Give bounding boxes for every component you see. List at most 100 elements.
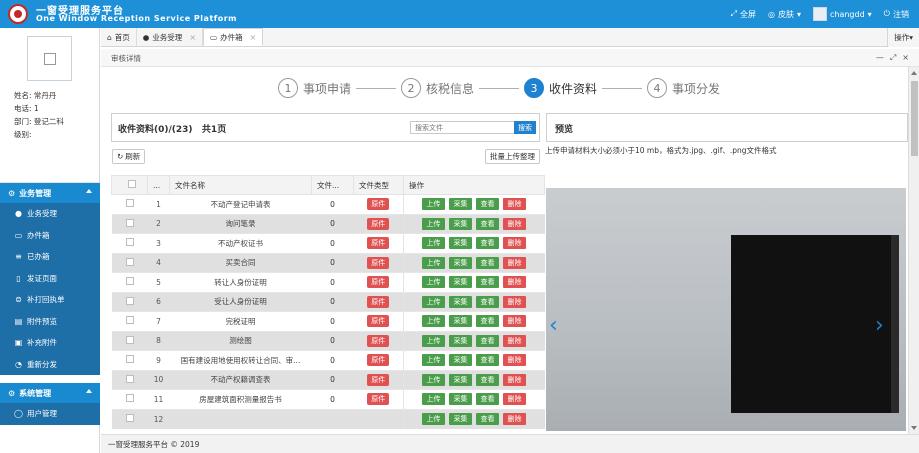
delete-button[interactable]: 删除 [503,393,526,406]
table-row[interactable]: 10 不动产权籍调查表 0 原件 上传 采集 查看 删除 [111,369,545,390]
upload-button[interactable]: 上传 [422,334,445,347]
table-row[interactable]: 1 不动产登记申请表 0 原件 上传 采集 查看 删除 [111,194,545,214]
tab-operations-button[interactable]: 操作 ▾ [887,28,919,47]
upload-button[interactable]: 上传 [422,373,445,386]
step-3[interactable]: 3 收件资料 [524,78,597,98]
scroll-thumb[interactable] [911,81,918,156]
user-menu[interactable]: changdd ▾ [812,7,872,21]
tab-home[interactable]: ⌂ 首页 [101,28,137,46]
sidebar-item-attach[interactable]: ▣ 补充附件 [0,332,100,354]
vertical-scrollbar[interactable] [908,67,919,434]
tab-business[interactable]: ● 业务受理 × [137,28,204,46]
tab-inbox[interactable]: ▭ 办件箱 × [203,28,264,46]
view-button[interactable]: 查看 [476,413,499,425]
delete-button[interactable]: 删除 [503,413,526,425]
upload-button[interactable]: 上传 [422,198,445,211]
view-button[interactable]: 查看 [476,237,499,250]
row-checkbox[interactable] [111,291,148,312]
search-button[interactable]: 搜索 [514,121,536,134]
upload-button[interactable]: 上传 [422,256,445,269]
collect-button[interactable]: 采集 [449,334,472,347]
delete-button[interactable]: 删除 [503,237,526,250]
upload-button[interactable]: 上传 [422,276,445,289]
table-row[interactable]: 3 不动产权证书 0 原件 上传 采集 查看 删除 [111,233,545,253]
table-row[interactable]: 11 房屋建筑面积测量报告书 0 原件 上传 采集 查看 删除 [111,389,545,409]
row-checkbox[interactable] [111,233,148,253]
batch-upload-button[interactable]: 批量上传整理 [485,149,540,164]
skin-button[interactable]: ◎ 皮肤 ▾ [768,9,801,20]
scroll-down-icon[interactable] [911,426,917,430]
delete-button[interactable]: 删除 [503,295,526,308]
upload-button[interactable]: 上传 [422,217,445,230]
view-button[interactable]: 查看 [476,256,499,269]
step-4[interactable]: 4 事项分发 [647,78,720,98]
upload-button[interactable]: 上传 [422,315,445,328]
upload-button[interactable]: 上传 [422,413,445,425]
view-button[interactable]: 查看 [476,354,499,367]
minimize-icon[interactable]: — [876,53,884,63]
row-checkbox[interactable] [111,369,148,390]
collect-button[interactable]: 采集 [449,217,472,230]
sidebar-item-print[interactable]: ⊜ 补打回执单 [0,289,100,311]
collect-button[interactable]: 采集 [449,373,472,386]
row-checkbox[interactable] [111,311,148,331]
upload-button[interactable]: 上传 [422,393,445,406]
carousel-prev-icon[interactable]: ‹ [549,313,558,338]
logout-button[interactable]: ⏻ 注销 [884,9,909,20]
table-row[interactable]: 5 转让人身份证明 0 原件 上传 采集 查看 删除 [111,272,545,292]
collect-button[interactable]: 采集 [449,198,472,211]
view-button[interactable]: 查看 [476,198,499,211]
sidebar-item-document[interactable]: ▯ 发证页面 [0,268,100,290]
delete-button[interactable]: 删除 [503,354,526,367]
delete-button[interactable]: 删除 [503,315,526,328]
menu-group-header-system[interactable]: ⚙ 系统管理 [0,383,100,403]
row-checkbox[interactable] [111,330,148,351]
view-button[interactable]: 查看 [476,373,499,386]
fullscreen-button[interactable]: ⤢ 全屏 [731,9,756,20]
upload-button[interactable]: 上传 [422,295,445,308]
close-icon[interactable]: × [189,33,196,42]
step-1[interactable]: 1 事项申请 [278,78,351,98]
row-checkbox[interactable] [111,389,148,409]
close-icon[interactable]: × [902,53,909,63]
row-checkbox[interactable] [111,213,148,234]
collect-button[interactable]: 采集 [449,315,472,328]
delete-button[interactable]: 删除 [503,334,526,347]
sidebar-item-inbox[interactable]: ▭ 办件箱 [0,225,100,247]
sidebar-item-globe[interactable]: ● 业务受理 [0,203,100,225]
menu-group-header-business[interactable]: ⚙ 业务管理 [0,183,100,203]
view-button[interactable]: 查看 [476,334,499,347]
delete-button[interactable]: 删除 [503,256,526,269]
view-button[interactable]: 查看 [476,393,499,406]
view-button[interactable]: 查看 [476,295,499,308]
view-button[interactable]: 查看 [476,315,499,328]
collect-button[interactable]: 采集 [449,237,472,250]
delete-button[interactable]: 删除 [503,198,526,211]
collect-button[interactable]: 采集 [449,393,472,406]
maximize-icon[interactable]: ⤢ [890,53,896,63]
carousel-next-icon[interactable]: › [875,313,884,338]
select-all-checkbox[interactable] [111,175,148,195]
collect-button[interactable]: 采集 [449,256,472,269]
collect-button[interactable]: 采集 [449,295,472,308]
table-row[interactable]: 4 买卖合同 0 原件 上传 采集 查看 删除 [111,252,545,273]
row-checkbox[interactable] [111,194,148,214]
upload-button[interactable]: 上传 [422,354,445,367]
sidebar-item-user[interactable]: ◯ 用户管理 [0,403,100,425]
search-input[interactable] [410,121,515,134]
table-row[interactable]: 7 完税证明 0 原件 上传 采集 查看 删除 [111,311,545,331]
delete-button[interactable]: 删除 [503,276,526,289]
view-button[interactable]: 查看 [476,217,499,230]
delete-button[interactable]: 删除 [503,373,526,386]
row-checkbox[interactable] [111,408,148,429]
upload-button[interactable]: 上传 [422,237,445,250]
delete-button[interactable]: 删除 [503,217,526,230]
table-row[interactable]: 9 国有建设用地使用权转让合同、审... 0 原件 上传 采集 查看 删除 [111,350,545,370]
refresh-button[interactable]: ↻ 刷新 [112,149,146,164]
row-checkbox[interactable] [111,350,148,370]
sidebar-item-preview[interactable]: ▤ 附件预览 [0,311,100,333]
row-checkbox[interactable] [111,272,148,292]
view-button[interactable]: 查看 [476,276,499,289]
table-row[interactable]: 2 询问笔录 0 原件 上传 采集 查看 删除 [111,213,545,234]
scroll-up-icon[interactable] [911,71,917,75]
